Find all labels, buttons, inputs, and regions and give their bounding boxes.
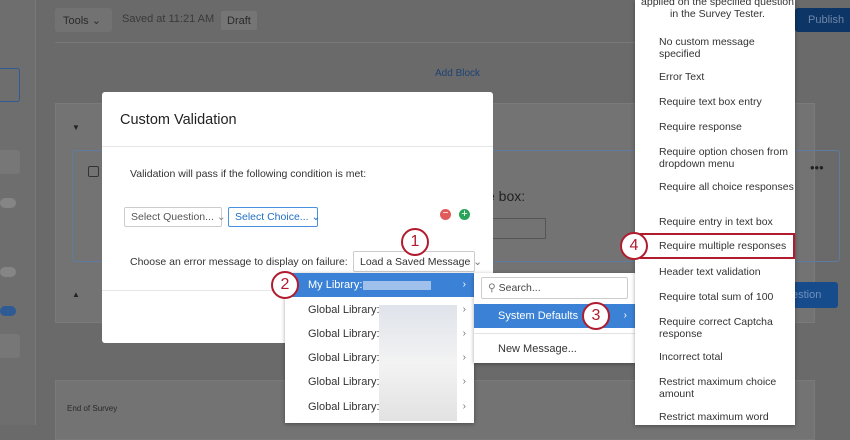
more-options-icon[interactable]: •••: [810, 160, 824, 175]
load-saved-message-label: Load a Saved Message: [360, 256, 471, 268]
expand-icon[interactable]: ▲: [72, 290, 80, 299]
message-item[interactable]: Require option chosen from dropdown menu: [659, 146, 794, 170]
message-item[interactable]: Restrict maximum choice amount: [659, 376, 794, 400]
menu-item-label: Global Library:: [308, 352, 380, 364]
add-condition-icon[interactable]: +: [459, 209, 470, 220]
tools-label: Tools: [63, 15, 89, 27]
redacted-blur: [379, 305, 457, 421]
select-question-label: Select Question...: [131, 211, 214, 223]
sidebar-toggle[interactable]: [0, 198, 16, 208]
add-block-link[interactable]: Add Block: [435, 68, 480, 79]
draft-badge: Draft: [221, 11, 257, 30]
library-menu: My Library: › Global Library: › Global Lib…: [285, 273, 474, 423]
condition-text: Validation will pass if the following co…: [130, 168, 367, 180]
redacted-name: [363, 281, 431, 290]
message-item-selected[interactable]: Require multiple responses: [659, 240, 794, 252]
menu-item-label: Global Library:: [308, 376, 380, 388]
saved-status: Saved at 11:21 AM: [122, 13, 215, 25]
sidebar-dropdown[interactable]: [0, 68, 20, 102]
chevron-down-icon: ⌄: [473, 256, 483, 268]
step-4-callout: 4: [620, 232, 648, 260]
library-submenu: ⚲ Search... System Defaults › New Message…: [474, 273, 635, 363]
chevron-right-icon: ›: [462, 279, 466, 290]
search-icon: ⚲: [488, 282, 496, 294]
search-placeholder: Search...: [498, 282, 541, 294]
select-choice-label: Select Choice...: [235, 211, 309, 223]
select-choice-dropdown[interactable]: Select Choice... ⌄: [228, 207, 321, 227]
sidebar-select[interactable]: [0, 334, 20, 358]
message-item[interactable]: Require text box entry: [659, 96, 794, 108]
message-partial: applied on the specified question in the…: [641, 0, 794, 20]
step-2-callout: 2: [271, 271, 299, 299]
question-checkbox[interactable]: [88, 166, 99, 177]
message-item[interactable]: Require correct Captcha response: [659, 316, 794, 340]
chevron-right-icon: ›: [462, 376, 466, 387]
tools-menu-button[interactable]: Tools ⌄: [55, 8, 112, 32]
divider: [474, 333, 635, 334]
collapse-icon[interactable]: ▼: [72, 123, 80, 132]
remove-condition-icon[interactable]: −: [440, 209, 451, 220]
chevron-right-icon: ›: [462, 328, 466, 339]
message-item[interactable]: Error Text: [659, 71, 794, 83]
menu-item-label: New Message...: [498, 343, 577, 355]
divider: [102, 290, 282, 291]
chevron-right-icon: ›: [462, 304, 466, 315]
menu-item-label: Global Library:: [308, 401, 380, 413]
add-question-button[interactable]: estion: [790, 282, 838, 308]
message-item[interactable]: Restrict maximum word: [659, 411, 794, 423]
step-3-callout: 3: [582, 302, 610, 330]
message-item[interactable]: Require total sum of 100: [659, 291, 794, 303]
menu-item-my-library[interactable]: My Library: ›: [285, 273, 474, 297]
error-message-label: Choose an error message to display on fa…: [130, 256, 348, 268]
left-sidebar: [0, 0, 36, 425]
menu-item-new-message[interactable]: New Message...: [474, 337, 635, 361]
step-1-callout: 1: [401, 228, 429, 256]
message-item[interactable]: No custom message specified: [659, 36, 794, 60]
chevron-right-icon: ›: [462, 401, 466, 412]
chevron-right-icon: ›: [623, 310, 627, 321]
sidebar-select[interactable]: [0, 150, 20, 174]
chevron-down-icon: ⌄: [311, 211, 321, 223]
menu-item-label: System Defaults: [498, 310, 579, 322]
system-defaults-list: applied on the specified question in the…: [635, 0, 795, 425]
select-question-dropdown[interactable]: Select Question... ⌄: [124, 207, 226, 227]
menu-item-label: Global Library:: [308, 328, 380, 340]
menu-item-label: Global Library:: [308, 304, 380, 316]
sidebar-toggle-on[interactable]: [0, 306, 16, 316]
chevron-right-icon: ›: [462, 352, 466, 363]
sidebar-toggle[interactable]: [0, 267, 16, 277]
menu-item-label: My Library:: [308, 279, 363, 291]
message-item[interactable]: Incorrect total: [659, 351, 794, 363]
message-item[interactable]: Require entry in text box: [659, 216, 794, 228]
message-item[interactable]: Header text validation: [659, 266, 794, 278]
search-input[interactable]: ⚲ Search...: [481, 277, 628, 299]
divider: [102, 146, 493, 147]
end-of-survey-label: End of Survey: [67, 404, 118, 413]
menu-item-system-defaults[interactable]: System Defaults ›: [474, 304, 635, 328]
message-item[interactable]: Require all choice responses: [659, 181, 794, 193]
publish-button[interactable]: Publish: [795, 8, 850, 32]
message-item[interactable]: Require response: [659, 121, 794, 133]
chevron-down-icon: ⌄: [216, 211, 226, 223]
chevron-down-icon: ⌄: [91, 15, 101, 27]
dialog-title: Custom Validation: [120, 112, 237, 128]
